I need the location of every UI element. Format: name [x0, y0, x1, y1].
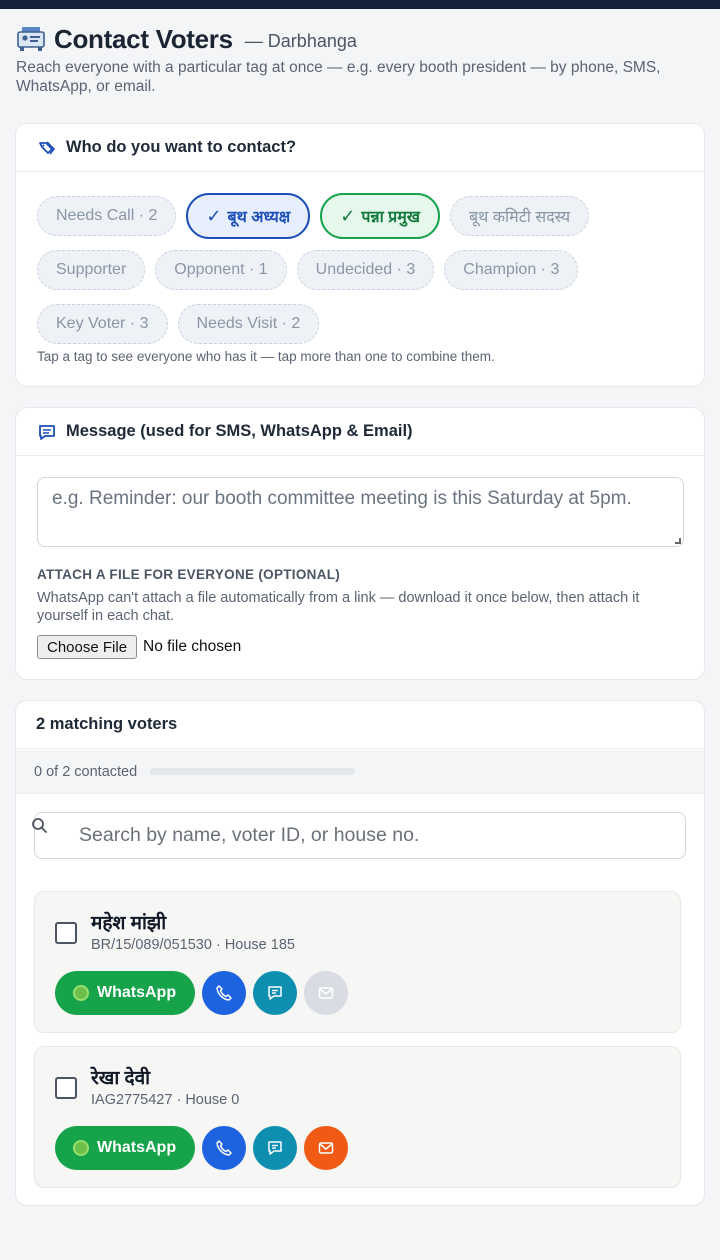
audience-heading: Who do you want to contact? [66, 138, 297, 156]
tag-supporter[interactable]: Supporter [37, 250, 146, 290]
top-status-bar [0, 0, 720, 9]
attach-label: ATTACH A FILE FOR EVERYONE (OPTIONAL) [37, 567, 341, 582]
audience-card: Who do you want to contact? Needs Call ·… [15, 123, 705, 387]
resize-handle[interactable] [675, 538, 681, 544]
progress-text: 0 of 2 contacted [34, 763, 138, 780]
check-icon: ✓ [206, 205, 222, 226]
voter-search[interactable] [31, 812, 686, 859]
attach-description: WhatsApp can't attach a file automatical… [37, 590, 640, 624]
page-header: Contact Voters — Darbhanga Reach everyon… [16, 22, 706, 96]
tag-needs-visit[interactable]: Needs Visit · 2 [177, 304, 320, 344]
voters-card: 2 matching voters 0 of 2 contacted महेश … [15, 700, 705, 1206]
message-heading: Message (used for SMS, WhatsApp & Email) [66, 422, 413, 440]
email-button-disabled [304, 971, 349, 1015]
file-input: Choose File No file chosen [37, 635, 241, 659]
search-input[interactable] [79, 824, 669, 847]
phone-icon [216, 1140, 232, 1156]
whatsapp-button[interactable]: WhatsApp [55, 971, 196, 1015]
sms-button[interactable] [253, 971, 298, 1015]
tag-undecided[interactable]: Undecided · 3 [296, 250, 435, 290]
chat-icon [38, 423, 56, 441]
email-button[interactable] [304, 1126, 349, 1170]
whatsapp-icon [73, 1140, 89, 1156]
audience-card-header: Who do you want to contact? [16, 124, 704, 172]
tag-booth-president[interactable]: ✓ बूथ अध्यक्ष [186, 193, 311, 239]
page-title: Contact Voters [54, 23, 233, 54]
whatsapp-button[interactable]: WhatsApp [55, 1126, 196, 1170]
file-status: No file chosen [143, 638, 242, 655]
call-button[interactable] [202, 971, 247, 1015]
message-card-header: Message (used for SMS, WhatsApp & Email) [16, 408, 704, 456]
voter-actions: WhatsApp [55, 971, 355, 1015]
contact-card-icon [16, 25, 46, 53]
contact-progress: 0 of 2 contacted [16, 750, 704, 794]
tag-opponent[interactable]: Opponent · 1 [155, 250, 287, 290]
voter-meta: BR/15/089/051530 · House 185 [91, 937, 295, 953]
tag-needs-call[interactable]: Needs Call · 2 [37, 196, 177, 236]
voter-checkbox[interactable] [55, 1077, 77, 1099]
voter-actions: WhatsApp [55, 1126, 355, 1170]
tag-key-voter[interactable]: Key Voter · 3 [37, 304, 168, 344]
tag-booth-committee-member[interactable]: बूथ कमिटी सदस्य [449, 196, 590, 236]
whatsapp-icon [73, 985, 89, 1001]
page-subtitle: — Darbhanga [244, 30, 357, 51]
message-placeholder: e.g. Reminder: our booth committee meeti… [52, 488, 632, 509]
voter-name: रेखा देवी [91, 1068, 151, 1089]
message-card: Message (used for SMS, WhatsApp & Email)… [15, 407, 705, 680]
matching-count: 2 matching voters [36, 715, 178, 733]
sms-icon [268, 986, 282, 1000]
phone-icon [216, 985, 232, 1001]
sms-button[interactable] [253, 1126, 298, 1170]
tag-list: Needs Call · 2 ✓ बूथ अध्यक्ष ✓ पन्ना प्रमु… [37, 193, 697, 355]
tag-panna-pramukh[interactable]: ✓ पन्ना प्रमुख [320, 193, 440, 239]
mail-icon [318, 987, 334, 999]
message-textarea[interactable]: e.g. Reminder: our booth committee meeti… [37, 477, 684, 547]
check-icon: ✓ [340, 205, 356, 226]
voter-checkbox[interactable] [55, 922, 77, 944]
choose-file-button[interactable]: Choose File [37, 635, 138, 659]
voters-card-header: 2 matching voters [16, 701, 704, 749]
sms-icon [268, 1141, 282, 1155]
voter-row: रेखा देवी IAG2775427 · House 0 WhatsApp [34, 1046, 681, 1188]
voter-row: महेश मांझी BR/15/089/051530 · House 185 … [34, 891, 681, 1033]
page-description: Reach everyone with a particular tag at … [16, 59, 661, 95]
tag-champion[interactable]: Champion · 3 [444, 250, 579, 290]
tag-icon [38, 139, 56, 157]
voter-name: महेश मांझी [91, 913, 167, 934]
call-button[interactable] [202, 1126, 247, 1170]
progress-bar [150, 768, 356, 775]
tag-hint: Tap a tag to see everyone who has it — t… [37, 349, 495, 364]
voter-meta: IAG2775427 · House 0 [91, 1092, 240, 1108]
search-icon [31, 817, 49, 835]
mail-icon [318, 1142, 334, 1154]
